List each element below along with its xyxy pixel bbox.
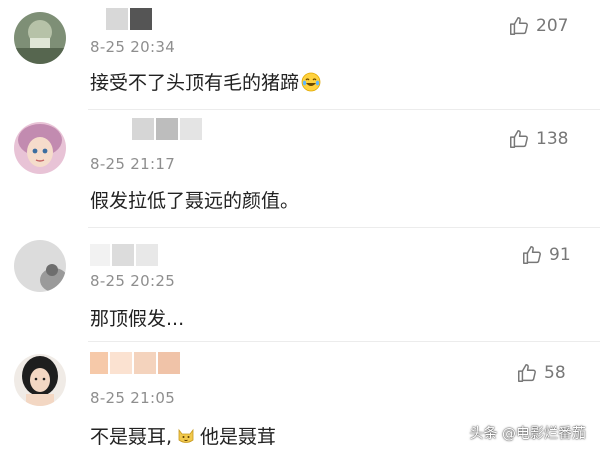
watermark: 头条 @电影烂番茄: [470, 423, 586, 443]
comment-text: 接受不了头顶有毛的猪蹄: [90, 68, 323, 95]
username-blurred[interactable]: [90, 352, 180, 374]
laughing-crying-emoji-icon: [301, 72, 321, 92]
comment-text: 那顶假发...: [90, 308, 185, 330]
comment-item: 8-25 20:34 207 接受不了头顶有毛的猪蹄: [0, 0, 600, 110]
avatar[interactable]: [14, 354, 66, 406]
watermark-text: 头条 @电影烂番茄: [469, 426, 586, 442]
thumbs-up-icon: [510, 17, 528, 35]
avatar[interactable]: [14, 12, 66, 64]
like-button[interactable]: 138: [508, 128, 568, 150]
thumbs-up-icon: [510, 130, 528, 148]
thumbs-up-icon: [518, 364, 536, 382]
comment-timestamp: 8-25 21:05: [90, 389, 176, 407]
like-count: 138: [536, 129, 569, 149]
comment-item: 8-25 21:17 138 假发拉低了聂远的颜值。: [0, 110, 600, 228]
comment-timestamp: 8-25 20:34: [90, 38, 176, 56]
username-blurred[interactable]: [90, 244, 158, 266]
comment-text: 假发拉低了聂远的颜值。: [90, 190, 300, 212]
username-blurred[interactable]: [96, 8, 152, 30]
comment-text: 不是聂耳, 他是聂茸: [90, 426, 277, 448]
avatar[interactable]: [14, 240, 66, 292]
like-count: 58: [544, 363, 566, 383]
like-button[interactable]: 91: [521, 244, 571, 266]
username-blurred[interactable]: [132, 118, 202, 140]
like-button[interactable]: 207: [508, 15, 568, 37]
thumbs-up-icon: [523, 246, 541, 264]
like-count: 207: [536, 16, 569, 36]
comment-item: 8-25 20:25 91 那顶假发...: [0, 228, 600, 342]
avatar[interactable]: [14, 122, 66, 174]
like-count: 91: [549, 245, 571, 265]
comment-timestamp: 8-25 21:17: [90, 155, 176, 173]
cat-face-emoji-icon: [178, 428, 194, 443]
comment-timestamp: 8-25 20:25: [90, 272, 176, 290]
like-button[interactable]: 58: [516, 362, 566, 384]
